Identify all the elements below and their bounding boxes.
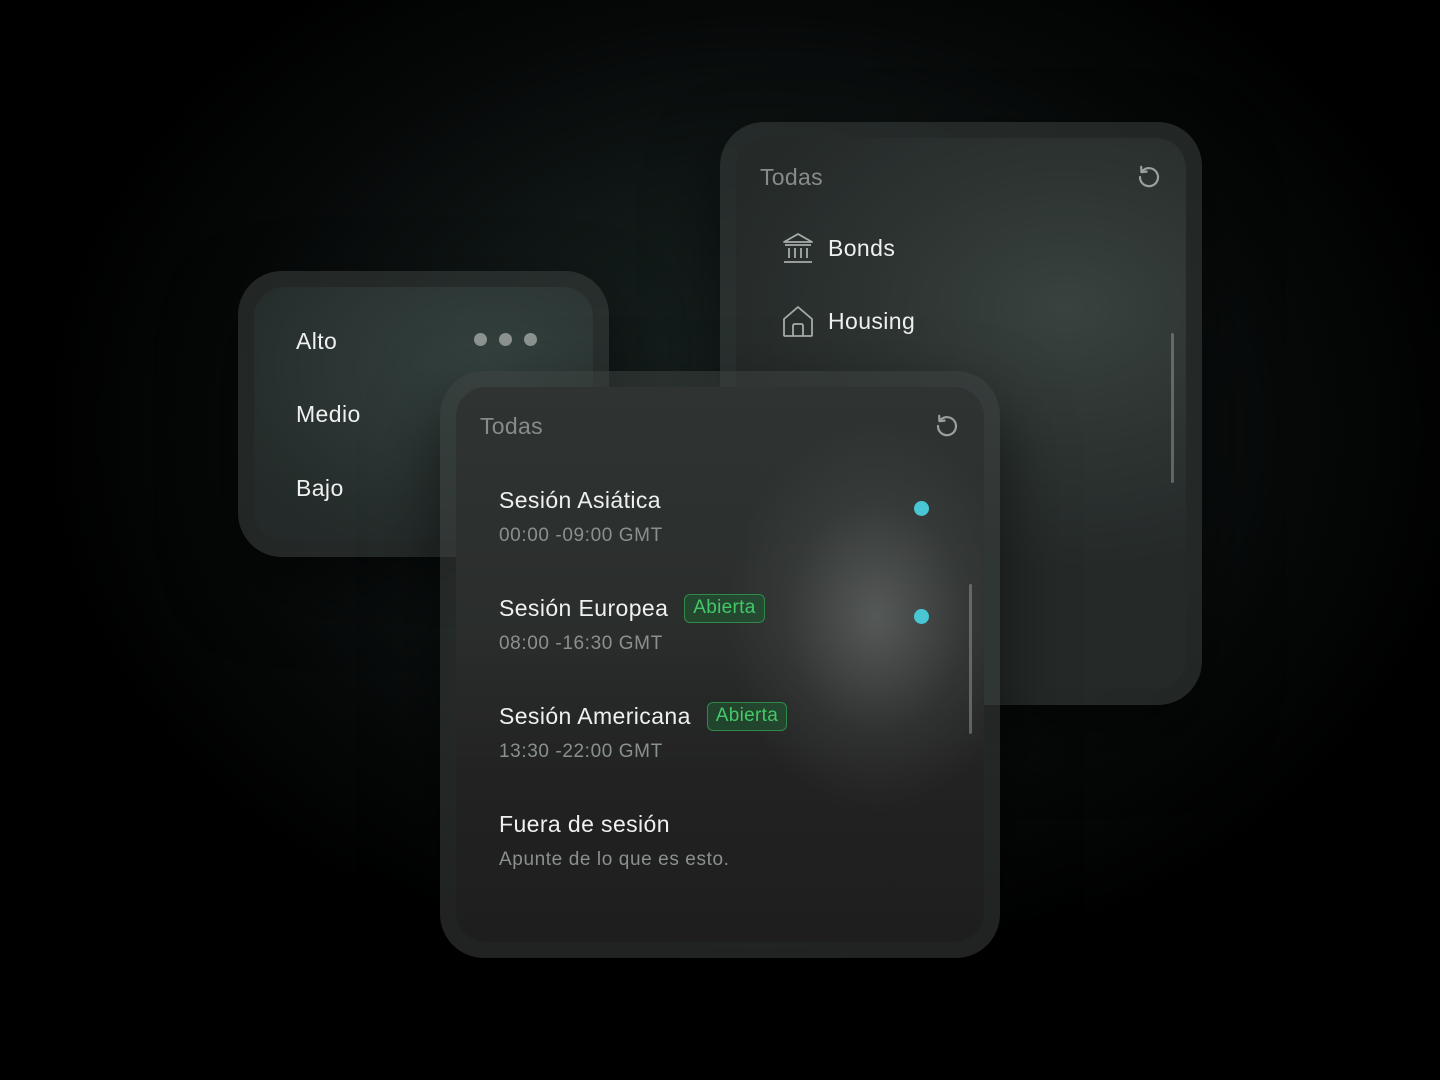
selected-dot-icon bbox=[914, 501, 929, 516]
category-item-bonds[interactable]: Bonds bbox=[780, 228, 895, 268]
session-name: Fuera de sesión bbox=[499, 810, 670, 837]
category-filter-header: Todas bbox=[760, 162, 1162, 192]
selected-dot-icon bbox=[914, 609, 929, 624]
bank-icon bbox=[783, 233, 813, 263]
session-hours: 00:00 -09:00 GMT bbox=[499, 525, 663, 546]
session-item-off-session[interactable]: Fuera de sesión Apunte de lo que es esto… bbox=[499, 808, 941, 888]
session-item-european[interactable]: Sesión Europea Abierta 08:00 -16:30 GMT bbox=[499, 592, 941, 672]
dot-icon bbox=[499, 333, 512, 346]
session-name: Sesión Asiática bbox=[499, 486, 661, 513]
category-scrollbar[interactable] bbox=[1171, 333, 1174, 483]
category-item-label: Housing bbox=[828, 307, 916, 334]
impact-option-medio[interactable]: Medio bbox=[296, 399, 361, 429]
session-filter-panel: Todas Sesión Asiática 00:00 -09:00 GMT S… bbox=[440, 371, 1000, 958]
session-item-american[interactable]: Sesión Americana Abierta 13:30 -22:00 GM… bbox=[499, 700, 941, 780]
refresh-icon[interactable] bbox=[934, 413, 960, 439]
session-scrollbar[interactable] bbox=[969, 584, 972, 734]
session-title: Fuera de sesión bbox=[499, 808, 670, 840]
refresh-icon[interactable] bbox=[1136, 164, 1162, 190]
impact-option-bajo[interactable]: Bajo bbox=[296, 473, 344, 503]
session-filter-label: Todas bbox=[480, 413, 543, 439]
session-hours: 13:30 -22:00 GMT bbox=[499, 741, 663, 762]
open-status-badge: Abierta bbox=[684, 593, 765, 623]
session-name: Sesión Europea bbox=[499, 594, 669, 621]
session-description: Apunte de lo que es esto. bbox=[499, 849, 730, 870]
session-filter-panel-body: Todas Sesión Asiática 00:00 -09:00 GMT S… bbox=[456, 387, 984, 942]
category-item-housing[interactable]: Housing bbox=[780, 301, 915, 341]
open-status-badge: Abierta bbox=[706, 701, 788, 731]
house-icon bbox=[783, 306, 813, 337]
session-filter-header: Todas bbox=[480, 411, 960, 441]
category-filter-label: Todas bbox=[760, 164, 823, 190]
session-title: Sesión Americana Abierta bbox=[499, 700, 788, 732]
session-title: Sesión Europea Abierta bbox=[499, 592, 765, 624]
category-item-label: Bonds bbox=[828, 234, 896, 261]
dot-icon bbox=[524, 333, 537, 346]
session-hours: 08:00 -16:30 GMT bbox=[499, 633, 663, 654]
session-item-asian[interactable]: Sesión Asiática 00:00 -09:00 GMT bbox=[499, 484, 941, 564]
impact-option-alto[interactable]: Alto bbox=[296, 326, 337, 356]
dot-icon bbox=[474, 333, 487, 346]
session-title: Sesión Asiática bbox=[499, 484, 661, 516]
more-dots-icon[interactable] bbox=[474, 333, 537, 346]
session-name: Sesión Americana bbox=[499, 702, 691, 729]
